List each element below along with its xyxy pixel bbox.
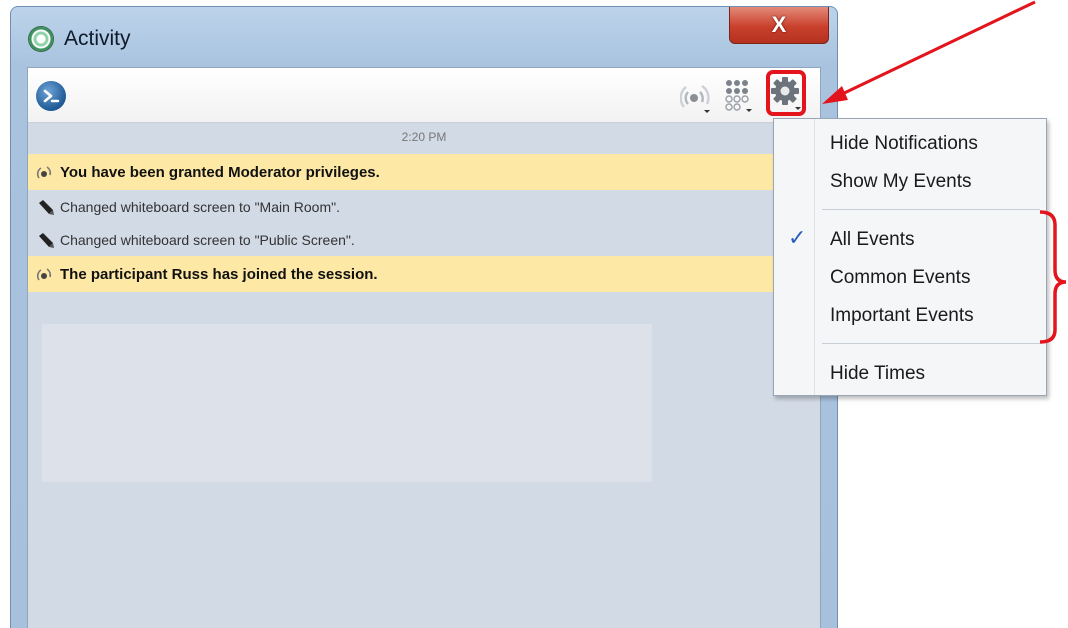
dot-grid-icon[interactable] — [722, 76, 756, 114]
event-row[interactable]: You have been granted Moderator privileg… — [28, 154, 820, 190]
event-row[interactable]: Changed whiteboard screen to "Public Scr… — [28, 223, 820, 256]
event-row[interactable]: The participant Russ has joined the sess… — [28, 256, 820, 292]
event-text: The participant Russ has joined the sess… — [60, 265, 378, 283]
menu-item-hide-times[interactable]: Hide Times — [830, 363, 925, 385]
close-button[interactable]: X — [729, 7, 829, 44]
menu-item-show-my-events[interactable]: Show My Events — [830, 171, 972, 193]
marker-icon — [39, 232, 54, 248]
event-text: Changed whiteboard screen to "Public Scr… — [60, 231, 355, 248]
app-icon — [29, 27, 53, 51]
close-icon: X — [771, 12, 787, 37]
marker-icon — [39, 199, 54, 215]
event-list: You have been granted Moderator privileg… — [28, 154, 820, 292]
menu-separator — [822, 343, 1040, 344]
menu-gutter — [774, 119, 815, 395]
gear-icon — [771, 77, 801, 110]
window-title: Activity — [64, 27, 131, 50]
prompt-glyph — [43, 89, 60, 103]
menu-item-common-events[interactable]: Common Events — [830, 267, 970, 289]
screenshot-stage: Activity X 2:20 PM You have been granted… — [0, 0, 1068, 628]
menu-item-hide-notifications[interactable]: Hide Notifications — [830, 133, 978, 155]
menu-item-all-events[interactable]: All Events — [830, 229, 914, 251]
menu-item-important-events[interactable]: Important Events — [830, 305, 974, 327]
broadcast-icon[interactable] — [680, 76, 714, 114]
checkmark-icon: ✓ — [788, 225, 807, 250]
annotation-arrow — [837, 0, 1036, 98]
event-text: You have been granted Moderator privileg… — [60, 163, 380, 181]
empty-area — [42, 324, 652, 482]
toolbar — [28, 68, 820, 123]
broadcast-icon — [36, 268, 52, 281]
title-bar[interactable]: Activity X — [11, 7, 837, 69]
event-time: 2:20 PM — [401, 130, 447, 144]
broadcast-icon — [36, 166, 52, 179]
settings-menu: Hide Notifications Show My Events ✓ All … — [773, 118, 1047, 396]
event-row[interactable]: Changed whiteboard screen to "Main Room"… — [28, 190, 820, 223]
activity-panel: 2:20 PM You have been granted Moderator … — [27, 67, 821, 628]
activity-window: Activity X 2:20 PM You have been granted… — [10, 6, 838, 628]
gear-button[interactable] — [766, 70, 806, 116]
prompt-icon[interactable] — [36, 81, 66, 111]
event-text: Changed whiteboard screen to "Main Room"… — [60, 198, 340, 215]
menu-separator — [822, 209, 1040, 210]
